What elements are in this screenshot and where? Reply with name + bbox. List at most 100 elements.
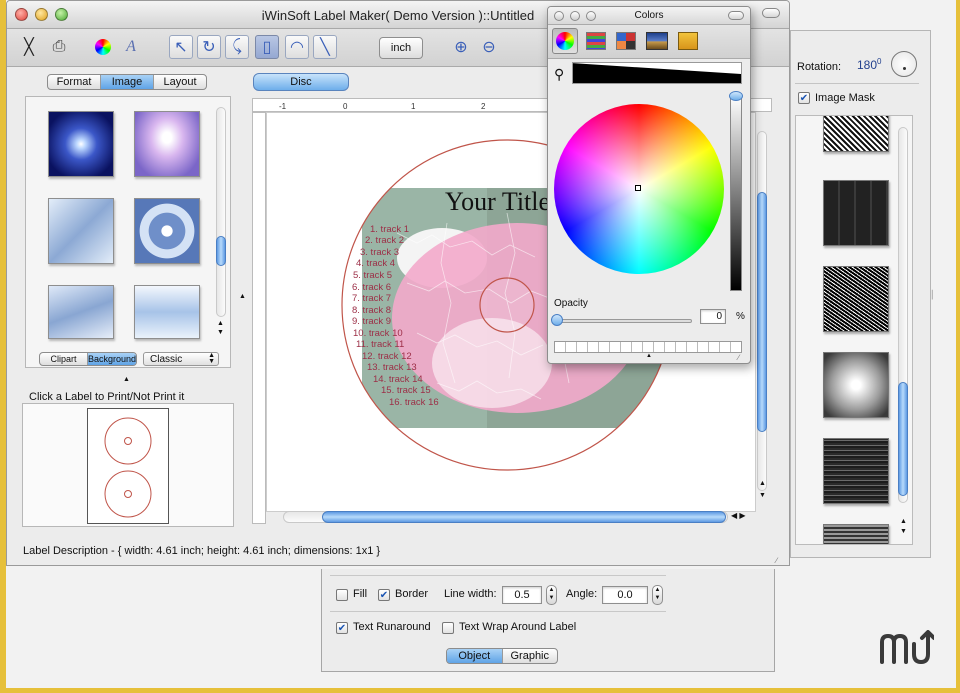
mask-thumb[interactable]	[823, 266, 889, 332]
canvas-vertical-thumb[interactable]	[757, 192, 767, 432]
mask-thumb[interactable]	[823, 438, 889, 504]
canvas-vscroll-arrows-icon[interactable]: ▲ ▼	[759, 478, 766, 502]
canvas-vertical-scrollbar[interactable]	[757, 131, 767, 491]
gallery-thumb[interactable]	[48, 285, 114, 339]
border-label: Border	[395, 588, 429, 600]
opacity-input[interactable]: 0	[700, 309, 726, 324]
text-wrap-checkbox[interactable]	[442, 622, 454, 634]
opacity-slider-knob[interactable]	[551, 314, 563, 326]
unit-button[interactable]: inch	[379, 37, 423, 59]
collapse-arrow-icon[interactable]: ▲	[123, 376, 130, 383]
track-line: 9. track 9	[352, 316, 392, 327]
image-mask-checkbox[interactable]: ✔	[798, 92, 810, 104]
circle-text-icon[interactable]: ◠	[285, 35, 309, 59]
zoom-in-icon[interactable]: ⊕	[449, 35, 473, 59]
track-line: 1. track 1	[370, 224, 410, 235]
canvas-horizontal-thumb[interactable]	[322, 511, 726, 523]
ruler-label: -1	[279, 102, 287, 111]
track-line: 10. track 10	[353, 328, 403, 339]
gallery-thumb[interactable]	[134, 198, 200, 264]
select-arrows-icon: ▲ ▼	[208, 352, 215, 365]
magnifier-icon[interactable]: ⚲	[554, 66, 564, 83]
opacity-label: Opacity	[554, 298, 588, 309]
ruler-label: 2	[481, 102, 486, 111]
mu-logo-graphic	[880, 630, 936, 664]
mask-scrollbar[interactable]	[898, 127, 908, 503]
text-box-icon[interactable]: ▯	[255, 35, 279, 59]
style-select[interactable]: Classic ▲ ▼	[143, 352, 219, 366]
line-tool-icon[interactable]: ╲	[313, 35, 337, 59]
track-line: 7. track 7	[352, 293, 392, 304]
mask-scroll-arrows-icon[interactable]: ▲ ▼	[900, 517, 907, 537]
gallery-scroll-thumb[interactable]	[216, 236, 226, 266]
mask-thumb[interactable]	[823, 524, 889, 544]
crayons-mode-icon[interactable]	[678, 32, 698, 50]
line-width-stepper[interactable]: ▲ ▼	[546, 585, 557, 605]
print-hint: Click a Label to Print/Not Print it	[29, 391, 185, 403]
fill-checkbox[interactable]	[336, 589, 348, 601]
brightness-slider[interactable]	[729, 91, 743, 291]
line-width-input[interactable]: 0.5	[502, 586, 542, 604]
current-color-well[interactable]	[571, 62, 742, 84]
colors-panel: Colors ⚲ Opacity 0 % ▲ ∕	[547, 6, 751, 364]
color-wheel-cursor[interactable]	[635, 185, 641, 191]
brightness-slider-knob[interactable]	[729, 91, 743, 101]
color-swatches[interactable]	[554, 341, 742, 353]
angle-input[interactable]: 0.0	[602, 586, 648, 604]
opacity-unit: %	[736, 311, 745, 322]
mask-thumb[interactable]	[823, 352, 889, 418]
toolbar-toggle-button[interactable]	[762, 8, 780, 18]
gallery-thumb[interactable]	[48, 111, 114, 177]
mask-thumb[interactable]	[823, 180, 889, 246]
disc-button[interactable]: Disc	[253, 73, 349, 91]
gallery-scrollbar[interactable]	[216, 107, 226, 317]
tab-image[interactable]: Image	[101, 75, 154, 89]
tab-clipart[interactable]: Clipart	[40, 353, 88, 365]
tab-graphic[interactable]: Graphic	[503, 649, 558, 663]
window-resize-icon[interactable]: ∕	[776, 556, 777, 565]
rotation-dial-marker	[903, 67, 906, 70]
colors-toolbar-toggle[interactable]	[728, 11, 744, 20]
tab-background[interactable]: Background	[87, 353, 136, 365]
color-wheel-icon[interactable]	[91, 35, 115, 59]
zoom-out-icon[interactable]: ⊖	[477, 35, 501, 59]
border-checkbox[interactable]: ✔	[378, 589, 390, 601]
swatch-handle-icon[interactable]: ▲	[646, 353, 652, 359]
canvas-horizontal-scrollbar[interactable]	[283, 511, 728, 523]
print-preview-box	[22, 403, 234, 527]
resize-grip-icon[interactable]: ∕	[738, 353, 739, 362]
tab-format[interactable]: Format	[48, 75, 101, 89]
canvas-hscroll-arrows-icon[interactable]: ◀ ▶	[731, 511, 746, 520]
select-arrow-icon[interactable]: ↖	[169, 35, 193, 59]
page-setup-icon[interactable]: ╳	[17, 35, 41, 59]
color-sliders-mode-icon[interactable]	[586, 32, 606, 50]
tab-object[interactable]: Object	[447, 649, 503, 663]
text-runaround-checkbox[interactable]: ✔	[336, 622, 348, 634]
panel-grip-icon[interactable]: │	[930, 290, 935, 299]
image-palettes-mode-icon[interactable]	[646, 32, 668, 50]
text-path-icon[interactable]: ⤹	[225, 35, 249, 59]
gallery-thumb[interactable]	[48, 198, 114, 264]
sheet-preview[interactable]	[87, 408, 169, 524]
gallery-thumb[interactable]	[134, 111, 200, 177]
font-icon[interactable]: A	[119, 35, 143, 59]
color-wheel[interactable]	[554, 104, 724, 274]
fill-label: Fill	[353, 588, 368, 600]
divider	[330, 611, 666, 612]
mask-scroll-thumb[interactable]	[898, 382, 908, 496]
gallery-thumb[interactable]	[134, 285, 200, 339]
print-icon[interactable]: ⎙	[47, 35, 71, 59]
rotation-value: 1800	[857, 57, 881, 72]
rotation-dial[interactable]	[891, 51, 917, 77]
disc-title[interactable]: Your Title	[445, 187, 550, 217]
angle-stepper[interactable]: ▲ ▼	[652, 585, 663, 605]
splitter-arrow-icon[interactable]: ▲	[239, 293, 246, 300]
rotate-icon[interactable]: ↻	[197, 35, 221, 59]
drawer-tabs: Object Graphic	[446, 648, 558, 664]
color-palettes-mode-icon[interactable]	[616, 32, 636, 50]
color-wheel-mode-icon[interactable]	[552, 28, 578, 54]
gallery-scroll-arrows-icon[interactable]: ▲ ▼	[217, 319, 224, 337]
opacity-slider[interactable]	[551, 314, 692, 326]
tab-layout[interactable]: Layout	[154, 75, 206, 89]
mask-thumb[interactable]	[823, 116, 889, 152]
